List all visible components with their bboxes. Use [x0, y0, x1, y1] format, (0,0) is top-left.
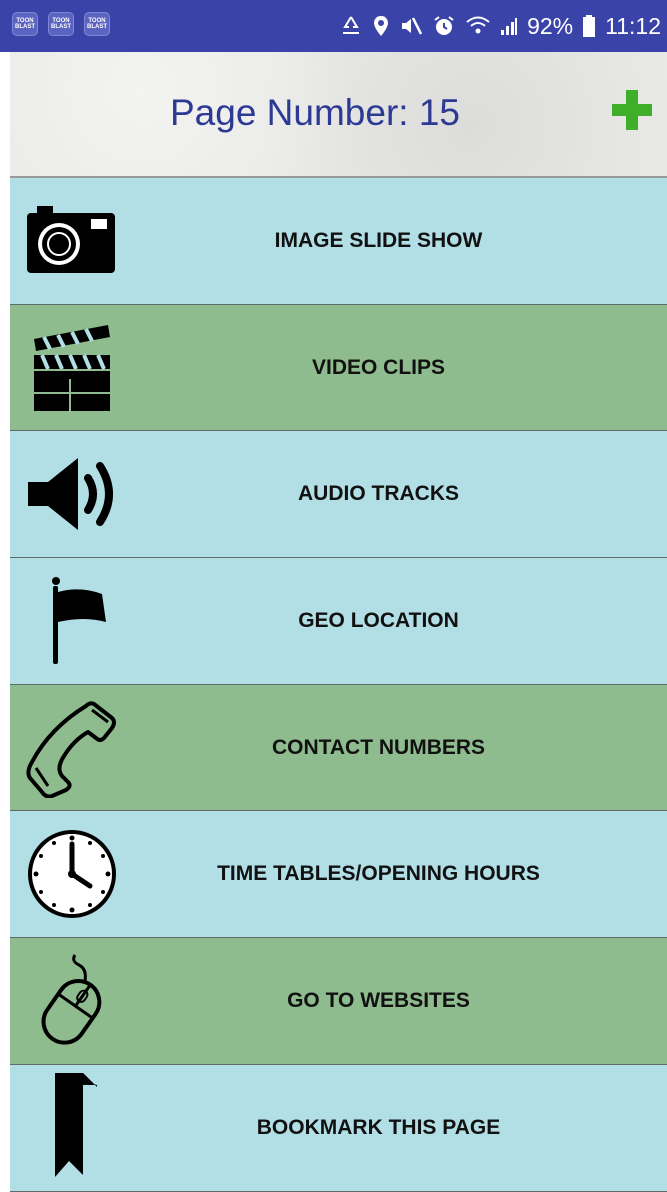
system-icons: 92% 11:12 — [339, 0, 661, 52]
menu-item-label: BOOKMARK THIS PAGE — [256, 1115, 501, 1139]
toon-blast-icon: TOON BLAST — [48, 12, 74, 36]
notification-icons: TOON BLAST TOON BLAST TOON BLAST — [12, 12, 110, 36]
menu-item-label: CONTACT NUMBERS — [271, 735, 486, 759]
menu-item-label: AUDIO TRACKS — [298, 482, 459, 506]
menu-item-audio-tracks[interactable]: AUDIO TRACKS — [10, 431, 667, 559]
menu-item-geo-location[interactable]: GEO LOCATION — [10, 558, 667, 685]
menu-item-go-to-websites[interactable]: GO TO WEBSITES — [10, 938, 667, 1065]
toon-blast-icon: TOON BLAST — [84, 12, 110, 36]
menu-item-image-slide-show[interactable]: IMAGE SLIDE SHOW — [10, 178, 667, 305]
battery-percent: 92% — [527, 12, 574, 39]
mute-icon — [399, 14, 423, 38]
location-icon — [372, 14, 390, 38]
page-header: Page Number: 15 — [10, 52, 667, 178]
menu-item-label: GO TO WEBSITES — [287, 988, 470, 1012]
clock-time: 11:12 — [605, 12, 661, 39]
signal-icon — [500, 16, 518, 36]
menu-item-label: VIDEO CLIPS — [311, 355, 446, 379]
plus-icon — [612, 90, 652, 130]
wifi-icon — [465, 15, 491, 37]
menu-item-bookmark-this-page[interactable]: BOOKMARK THIS PAGE — [10, 1064, 667, 1192]
alarm-icon — [432, 14, 456, 38]
recycle-icon — [339, 14, 363, 38]
page-title: Page Number: 15 — [169, 92, 460, 133]
status-bar: TOON BLAST TOON BLAST TOON BLAST 92% 11:… — [0, 0, 667, 52]
battery-icon — [582, 14, 596, 38]
add-button[interactable] — [610, 88, 654, 132]
menu-list: IMAGE SLIDE SHOW VIDEO CLIPS AUDIO TRACK… — [10, 178, 667, 1192]
menu-item-label: GEO LOCATION — [298, 608, 459, 632]
menu-item-label: IMAGE SLIDE SHOW — [274, 228, 483, 252]
menu-item-label: TIME TABLES/OPENING HOURS — [217, 862, 540, 886]
menu-item-contact-numbers[interactable]: CONTACT NUMBERS — [10, 684, 667, 812]
menu-item-video-clips[interactable]: VIDEO CLIPS — [10, 304, 667, 432]
toon-blast-icon: TOON BLAST — [12, 12, 38, 36]
menu-item-time-tables[interactable]: TIME TABLES/OPENING HOURS — [10, 811, 667, 939]
